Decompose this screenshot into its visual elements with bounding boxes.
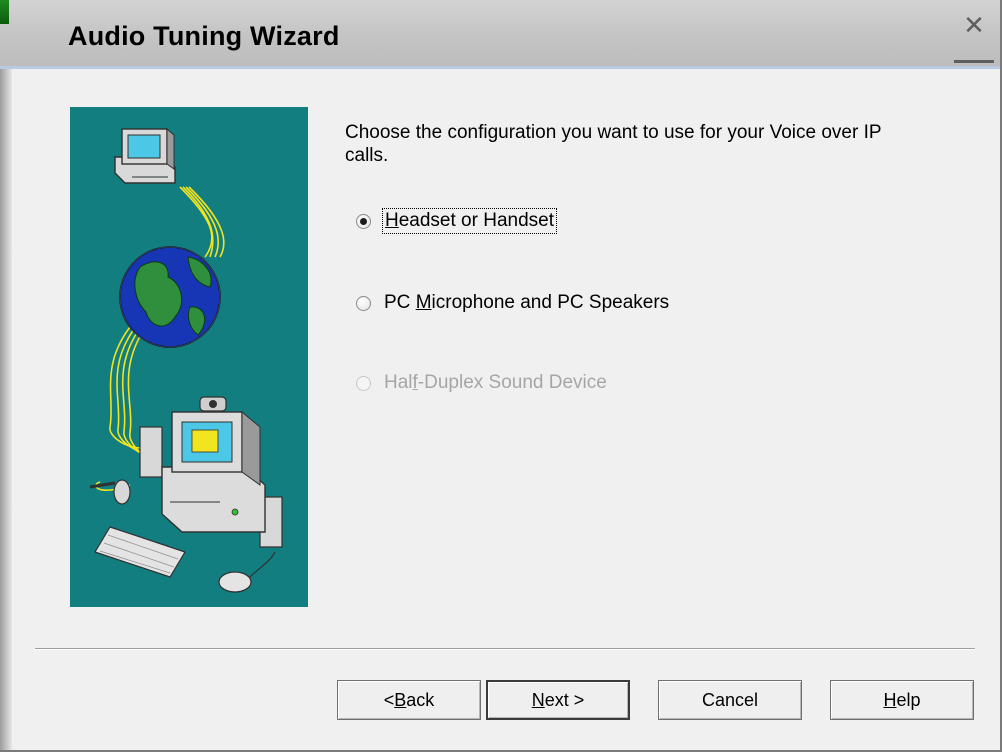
globe-icon xyxy=(119,246,221,348)
wizard-illustration xyxy=(70,107,308,607)
option-label: Half-Duplex Sound Device xyxy=(384,372,607,393)
radio-dot xyxy=(360,217,367,225)
option-half-duplex-sound-device: Half-Duplex Sound Device xyxy=(356,372,607,394)
back-button[interactable]: < Back xyxy=(337,680,481,720)
option-pc-microphone-and-pc-speakers[interactable]: PC Microphone and PC Speakers xyxy=(356,292,669,314)
close-icon: ✕ xyxy=(963,10,985,40)
button-separator xyxy=(35,648,975,650)
audio-tuning-wizard-window: Audio Tuning Wizard ✕ Choose the configu… xyxy=(0,0,1002,752)
app-corner-accent xyxy=(0,0,9,24)
option-label: Headset or Handset xyxy=(382,208,557,234)
title-bar[interactable]: Audio Tuning Wizard ✕ xyxy=(0,0,1000,69)
access-key: H xyxy=(385,210,399,231)
window-title: Audio Tuning Wizard xyxy=(68,21,340,51)
access-key: N xyxy=(531,689,545,710)
access-key: B xyxy=(394,689,407,710)
access-key: M xyxy=(415,292,432,313)
next-button[interactable]: Next > xyxy=(486,680,630,720)
help-button[interactable]: Help xyxy=(830,680,974,720)
window-left-edge xyxy=(0,69,12,750)
cancel-button[interactable]: Cancel xyxy=(658,680,802,720)
radio-button-selected[interactable] xyxy=(356,213,371,229)
configuration-prompt: Choose the configuration you want to use… xyxy=(345,122,882,166)
option-headset-or-handset[interactable]: Headset or Handset xyxy=(356,208,557,234)
network-computer-icon xyxy=(114,127,176,184)
close-button[interactable]: ✕ xyxy=(950,10,998,63)
option-label: PC Microphone and PC Speakers xyxy=(384,292,670,313)
radio-button-disabled xyxy=(356,375,371,391)
close-button-underline xyxy=(954,60,994,63)
access-key: H xyxy=(883,689,897,710)
radio-button[interactable] xyxy=(356,295,371,311)
